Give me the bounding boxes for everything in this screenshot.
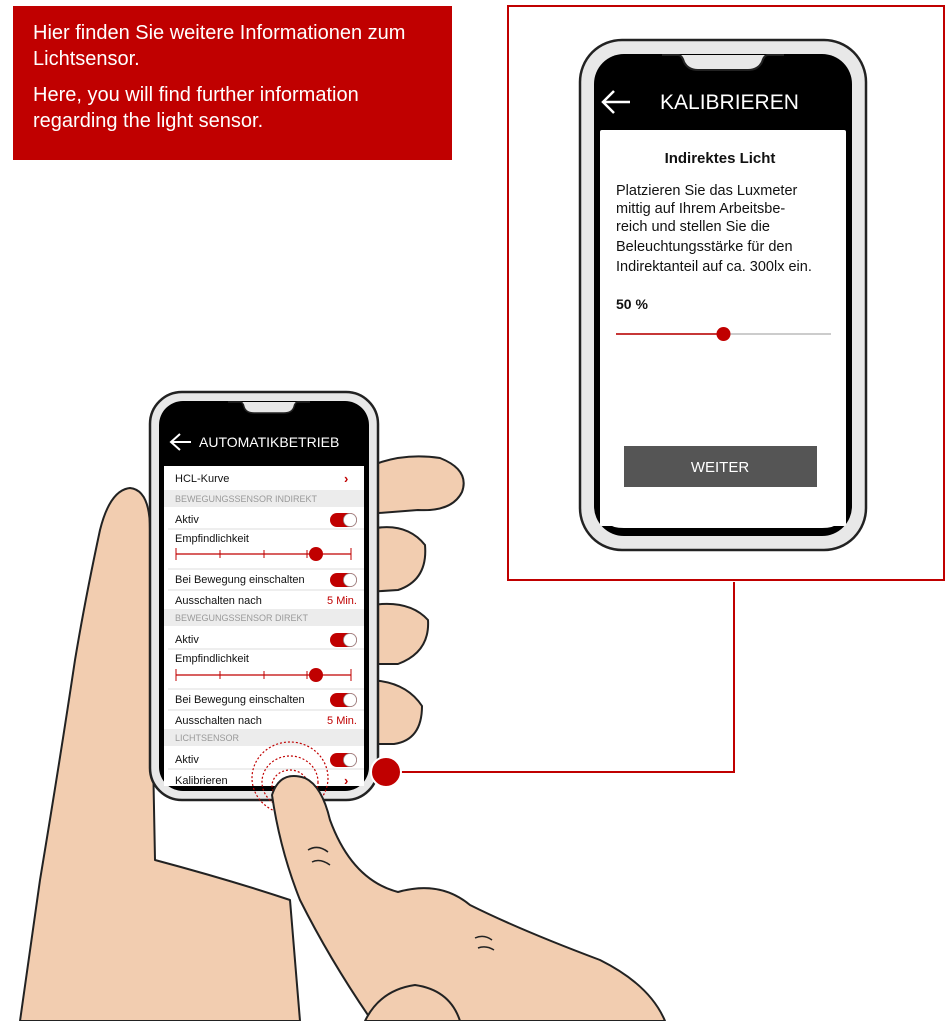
toggle-switch[interactable] xyxy=(330,633,357,647)
list-label: Bei Bewegung einschalten xyxy=(175,694,305,706)
list-label: Ausschalten nach xyxy=(175,595,262,607)
weiter-button-label: WEITER xyxy=(691,459,749,476)
section-header-indirect: BEWEGUNGSSENSOR INDIREKT xyxy=(175,494,318,504)
percent-label: 50 % xyxy=(616,296,648,312)
list-label: Ausschalten nach xyxy=(175,715,262,727)
body-line: mittig auf Ihrem Arbeitsbe- xyxy=(616,201,785,217)
slider-knob[interactable] xyxy=(309,668,323,682)
list-label: HCL-Kurve xyxy=(175,473,229,485)
sensitivity-label: Empfindlichkeit xyxy=(175,653,249,665)
list-label: Aktiv xyxy=(175,754,199,766)
toggle-switch[interactable] xyxy=(330,753,357,767)
slider-knob[interactable] xyxy=(309,547,323,561)
calibration-title: KALIBRIEREN xyxy=(660,91,799,114)
list-label: Kalibrieren xyxy=(175,775,228,787)
sensitivity-label: Empfindlichkeit xyxy=(175,533,249,545)
calibration-heading: Indirektes Licht xyxy=(665,150,776,167)
toggle-switch[interactable] xyxy=(330,693,357,707)
pointing-finger xyxy=(271,775,666,1021)
auto-title: AUTOMATIKBETRIEB xyxy=(199,434,339,450)
connector-dot xyxy=(370,756,402,788)
switch-off-value: 5 Min. xyxy=(327,715,357,727)
chevron-right-icon: › xyxy=(344,471,348,486)
toggle-switch[interactable] xyxy=(330,573,357,587)
switch-off-value: 5 Min. xyxy=(327,595,357,607)
toggle-switch[interactable] xyxy=(330,513,357,527)
list-label: Bei Bewegung einschalten xyxy=(175,574,305,586)
list-label: Aktiv xyxy=(175,514,199,526)
slider-knob[interactable] xyxy=(716,327,731,341)
connector-line xyxy=(386,582,735,773)
weiter-button[interactable]: WEITER xyxy=(624,446,817,487)
chevron-right-icon: › xyxy=(344,773,348,788)
body-line: Platzieren Sie das Luxmeter xyxy=(616,183,798,199)
section-header-direct: BEWEGUNGSSENSOR DIREKT xyxy=(175,613,309,623)
body-line: Indirektanteil auf ca. 300lx ein. xyxy=(616,259,812,275)
body-line: reich und stellen Sie die xyxy=(616,219,770,235)
section-header-light: LICHTSENSOR xyxy=(175,733,240,743)
body-line: Beleuchtungsstärke für den xyxy=(616,239,793,255)
list-label: Aktiv xyxy=(175,634,199,646)
